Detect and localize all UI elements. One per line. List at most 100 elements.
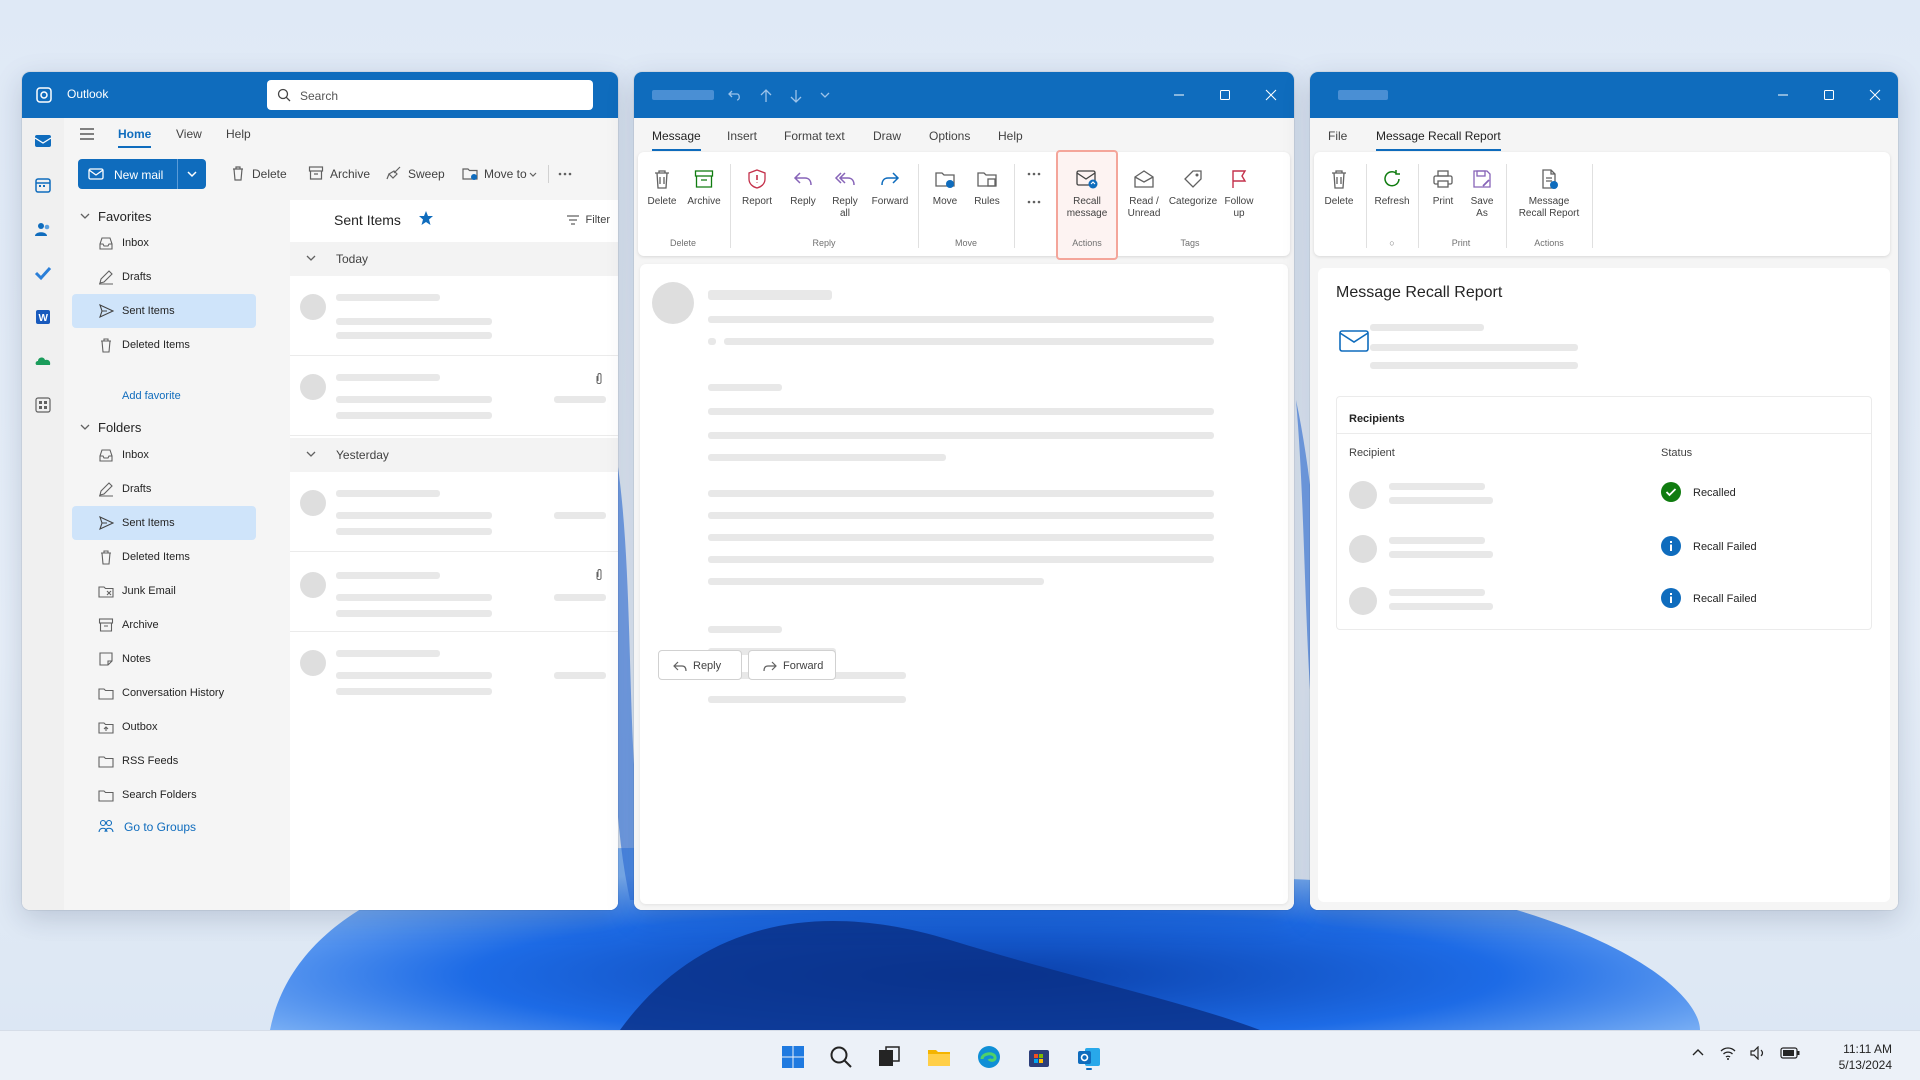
taskbar-search-icon[interactable] bbox=[828, 1044, 854, 1070]
chevron-down-icon[interactable] bbox=[820, 92, 830, 98]
recall-delete-button[interactable]: Delete bbox=[1318, 152, 1360, 232]
fav-drafts[interactable]: Drafts bbox=[72, 260, 256, 294]
folder-rss-feeds[interactable]: RSS Feeds bbox=[72, 744, 256, 778]
volume-icon[interactable] bbox=[1750, 1046, 1766, 1060]
minimize-button[interactable] bbox=[1760, 72, 1806, 118]
ribbon-rules-button[interactable]: Rules bbox=[966, 152, 1008, 232]
folder-archive[interactable]: Archive bbox=[72, 608, 256, 642]
tab-home[interactable]: Home bbox=[118, 127, 152, 148]
tab-help[interactable]: Help bbox=[226, 127, 251, 141]
ribbon-move-button[interactable]: Move bbox=[924, 152, 966, 232]
delete-button[interactable]: Delete bbox=[230, 165, 300, 183]
folder-junk-email[interactable]: Junk Email bbox=[72, 574, 256, 608]
mail-app-icon[interactable] bbox=[34, 132, 52, 150]
archive-button[interactable]: Archive bbox=[308, 165, 378, 183]
hamburger-menu-icon[interactable] bbox=[80, 128, 94, 140]
word-app-icon[interactable]: W bbox=[34, 308, 52, 326]
message-recall-report-button[interactable]: Message Recall Report bbox=[1510, 152, 1588, 232]
reply-button[interactable]: Reply bbox=[658, 650, 742, 680]
list-item[interactable] bbox=[290, 472, 618, 552]
undo-icon[interactable] bbox=[728, 89, 742, 101]
ribbon-read-unread-button[interactable]: Read / Unread bbox=[1120, 152, 1168, 232]
list-item[interactable] bbox=[290, 632, 618, 712]
todo-app-icon[interactable] bbox=[34, 264, 52, 282]
task-view-icon[interactable] bbox=[876, 1044, 902, 1070]
tab-insert[interactable]: Insert bbox=[727, 129, 757, 143]
close-button[interactable] bbox=[1852, 72, 1898, 118]
microsoft-store-icon[interactable] bbox=[1026, 1044, 1052, 1070]
arrow-up-icon[interactable] bbox=[760, 89, 772, 103]
windows-start-icon[interactable] bbox=[780, 1044, 806, 1070]
tab-file[interactable]: File bbox=[1328, 129, 1347, 143]
more-options-icon[interactable] bbox=[1027, 200, 1041, 204]
table-row[interactable]: Recall Failed bbox=[1337, 575, 1871, 625]
table-row[interactable]: Recalled bbox=[1337, 471, 1871, 521]
filter-button[interactable]: Filter bbox=[566, 214, 610, 226]
tab-help[interactable]: Help bbox=[998, 129, 1023, 143]
list-item[interactable] bbox=[290, 356, 618, 436]
folder-drafts[interactable]: Drafts bbox=[72, 472, 256, 506]
people-app-icon[interactable] bbox=[34, 220, 52, 238]
folder-outbox[interactable]: Outbox bbox=[72, 710, 256, 744]
search-input[interactable]: Search bbox=[267, 80, 593, 110]
tab-message-recall-report[interactable]: Message Recall Report bbox=[1376, 129, 1501, 151]
more-options-icon[interactable] bbox=[558, 172, 572, 176]
tab-view[interactable]: View bbox=[176, 127, 202, 141]
ribbon-recall-message-button[interactable]: Recall message bbox=[1058, 152, 1116, 232]
maximize-button[interactable] bbox=[1202, 72, 1248, 118]
tab-options[interactable]: Options bbox=[929, 129, 970, 143]
ribbon-forward-button[interactable]: Forward bbox=[868, 152, 912, 232]
fav-sent-items[interactable]: Sent Items bbox=[72, 294, 256, 328]
outlook-taskbar-icon[interactable] bbox=[1076, 1044, 1102, 1070]
onedrive-app-icon[interactable] bbox=[34, 352, 52, 370]
ribbon-reply-button[interactable]: Reply bbox=[782, 152, 824, 232]
recall-report-window: File Message Recall Report Delete Refres… bbox=[1310, 72, 1898, 910]
fav-deleted-items[interactable]: Deleted Items bbox=[72, 328, 256, 362]
calendar-app-icon[interactable] bbox=[34, 176, 52, 194]
more-apps-icon[interactable] bbox=[34, 396, 52, 414]
new-mail-main[interactable]: New mail bbox=[78, 159, 178, 189]
folder-conversation-history[interactable]: Conversation History bbox=[72, 676, 256, 710]
table-row[interactable]: Recall Failed bbox=[1337, 523, 1871, 573]
folder-deleted-items[interactable]: Deleted Items bbox=[72, 540, 256, 574]
list-item[interactable] bbox=[290, 276, 618, 356]
minimize-button[interactable] bbox=[1156, 72, 1202, 118]
ribbon-report-button[interactable]: Report bbox=[736, 152, 778, 232]
ribbon-reply-all-button[interactable]: Reply all bbox=[824, 152, 866, 232]
favorite-star-icon[interactable] bbox=[418, 210, 434, 226]
group-reply-label: Reply bbox=[812, 238, 836, 248]
folder-inbox[interactable]: Inbox bbox=[72, 438, 256, 472]
maximize-button[interactable] bbox=[1806, 72, 1852, 118]
tray-overflow-chevron-icon[interactable] bbox=[1692, 1048, 1704, 1056]
folder-sent-items[interactable]: Sent Items bbox=[72, 506, 256, 540]
ribbon-categorize-button[interactable]: Categorize bbox=[1168, 152, 1218, 232]
sweep-button[interactable]: Sweep bbox=[386, 165, 456, 183]
new-mail-dropdown[interactable] bbox=[178, 159, 206, 189]
system-clock[interactable]: 11:11 AM 5/13/2024 bbox=[1839, 1041, 1892, 1073]
save-as-button[interactable]: Save As bbox=[1464, 152, 1500, 232]
close-button[interactable] bbox=[1248, 72, 1294, 118]
ribbon-delete-button[interactable]: Delete bbox=[642, 152, 682, 232]
more-options-icon[interactable] bbox=[1027, 172, 1041, 176]
new-mail-button[interactable]: New mail bbox=[78, 159, 206, 189]
folder-search-folders[interactable]: Search Folders bbox=[72, 778, 256, 812]
tab-draw[interactable]: Draw bbox=[873, 129, 901, 143]
ribbon-archive-button[interactable]: Archive bbox=[684, 152, 724, 232]
print-button[interactable]: Print bbox=[1422, 152, 1464, 232]
fav-inbox[interactable]: Inbox bbox=[72, 226, 256, 260]
wifi-icon[interactable] bbox=[1720, 1046, 1736, 1060]
refresh-button[interactable]: Refresh bbox=[1370, 152, 1414, 232]
group-today[interactable]: Today bbox=[290, 242, 618, 276]
list-item[interactable] bbox=[290, 552, 618, 632]
tab-message[interactable]: Message bbox=[652, 129, 701, 151]
folder-notes[interactable]: Notes bbox=[72, 642, 256, 676]
edge-browser-icon[interactable] bbox=[976, 1044, 1002, 1070]
group-yesterday[interactable]: Yesterday bbox=[290, 438, 618, 472]
ribbon-follow-up-button[interactable]: Follow up bbox=[1218, 152, 1260, 232]
tab-format-text[interactable]: Format text bbox=[784, 129, 845, 143]
forward-button[interactable]: Forward bbox=[748, 650, 836, 680]
battery-icon[interactable] bbox=[1780, 1047, 1800, 1059]
file-explorer-icon[interactable] bbox=[926, 1044, 952, 1070]
arrow-down-icon[interactable] bbox=[790, 89, 802, 103]
add-favorite-link[interactable]: Add favorite bbox=[122, 390, 181, 402]
